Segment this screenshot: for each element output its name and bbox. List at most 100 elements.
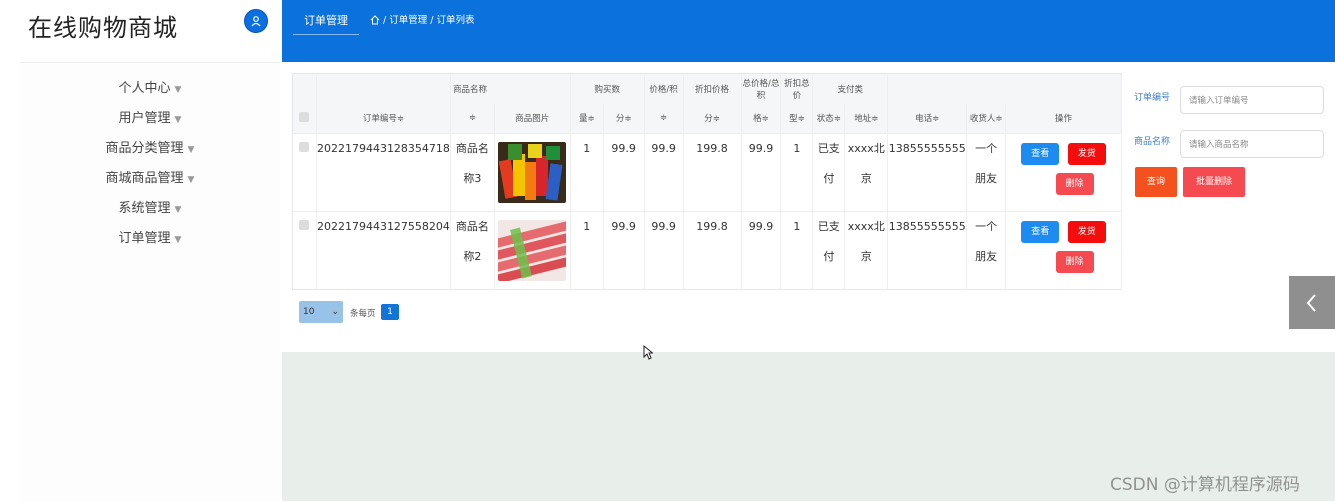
total: 199.8 [696, 220, 728, 233]
collapse-panel-button[interactable] [1289, 276, 1335, 329]
address: 京 [860, 172, 872, 185]
col-discount-price[interactable]: ≑ [644, 103, 684, 134]
product-name: 商品名 [455, 220, 489, 233]
price: 99.9 [611, 220, 636, 233]
status: 已支 [817, 220, 840, 233]
col-product-name[interactable]: ≑ [450, 103, 495, 134]
table-row: 2022179443127558204 商品名 称2 1 99.9 99.9 19… [292, 211, 1122, 290]
row-checkbox[interactable] [299, 142, 310, 152]
ship-button[interactable]: 发货 [1067, 143, 1106, 165]
col-product-image: 商品图片 [494, 103, 571, 134]
status: 付 [823, 250, 835, 263]
receiver: 一个 [975, 142, 998, 155]
caret-down-icon: ▼ [174, 115, 182, 125]
col-total[interactable]: 分≑ [683, 103, 742, 134]
receiver: 一个 [975, 220, 998, 233]
chevron-down-icon: ⌄ [331, 307, 339, 317]
ship-button[interactable]: 发货 [1067, 221, 1106, 243]
mouse-cursor-icon [643, 345, 653, 360]
breadcrumb: / 订单管理 / 订单列表 [370, 12, 474, 28]
col-actions: 操作 [1005, 103, 1122, 134]
discount-total: 99.9 [748, 220, 774, 233]
col-qty[interactable]: 量≑ [570, 103, 604, 134]
product-name-label: 商品名称 [1134, 137, 1171, 147]
user-avatar-icon[interactable] [244, 9, 268, 33]
order-table: 商品名称 购买数 价格/积 折扣价格 总价格/总积 折扣总价 支付类 订单编号≑… [292, 73, 1122, 290]
address: xxxx北 [847, 142, 885, 155]
col-product-name-top: 商品名称 [450, 73, 571, 104]
col-price[interactable]: 分≑ [603, 103, 645, 134]
sidebar-item-category-management[interactable]: 商品分类管理 ▼ [20, 139, 280, 159]
price: 99.9 [611, 142, 636, 155]
address: 京 [860, 250, 872, 263]
discount-price: 99.9 [651, 220, 676, 233]
batch-delete-button[interactable]: 批量删除 [1183, 167, 1245, 197]
caret-down-icon: ▼ [174, 205, 182, 215]
receiver: 朋友 [975, 172, 998, 185]
col-status[interactable]: 状态≑ [812, 103, 846, 134]
delete-button[interactable]: 删除 [1055, 251, 1094, 273]
sidebar-item-product-management[interactable]: 商城商品管理 ▼ [20, 169, 280, 189]
home-icon[interactable] [370, 15, 380, 28]
tab-order-management[interactable]: 订单管理 [293, 8, 359, 35]
col-discount-total[interactable]: 格≑ [741, 103, 782, 134]
total: 199.8 [696, 142, 728, 155]
caret-down-icon: ▼ [187, 145, 195, 155]
watermark: CSDN @计算机程序源码 [1110, 475, 1300, 495]
phone: 13855555555 [888, 142, 966, 155]
order-no: 2022179443127558204 [316, 220, 450, 233]
col-pay-type[interactable]: 型≑ [780, 103, 814, 134]
view-button[interactable]: 查看 [1021, 221, 1060, 243]
sidebar-item-user-management[interactable]: 用户管理 ▼ [20, 109, 280, 129]
page-number-button[interactable]: 1 [381, 304, 399, 320]
qty: 1 [583, 142, 591, 155]
col-discount-price-top: 折扣价格 [683, 73, 742, 104]
view-button[interactable]: 查看 [1021, 143, 1060, 165]
query-button[interactable]: 查询 [1135, 167, 1177, 197]
discount-price: 99.9 [651, 142, 676, 155]
phone: 13855555555 [888, 220, 966, 233]
chevron-left-icon [1306, 293, 1316, 312]
order-no-input[interactable]: 请输入订单编号 [1180, 86, 1324, 114]
product-image-sausages [498, 220, 567, 281]
breadcrumb-text: / 订单管理 / 订单列表 [383, 15, 475, 26]
status: 已支 [817, 142, 840, 155]
col-pay-type-top: 支付类 [812, 73, 889, 104]
product-name: 商品名 [455, 142, 489, 155]
col-total-top: 总价格/总积 [741, 73, 782, 104]
address: xxxx北 [847, 220, 885, 233]
col-receiver[interactable]: 收货人≑ [966, 103, 1007, 134]
col-price-top: 价格/积 [644, 73, 684, 104]
sidebar-item-personal-center[interactable]: 个人中心 ▼ [20, 79, 280, 99]
sidebar-item-order-management[interactable]: 订单管理 ▼ [20, 229, 280, 249]
pay-type: 1 [793, 220, 801, 233]
order-no-label: 订单编号 [1134, 93, 1171, 103]
app-title: 在线购物商城 [28, 14, 178, 42]
receiver: 朋友 [975, 250, 998, 263]
product-name: 称2 [463, 250, 482, 263]
caret-down-icon: ▼ [187, 175, 195, 185]
page-size-select[interactable]: 10 ⌄ [299, 301, 343, 323]
col-qty-top: 购买数 [570, 73, 645, 104]
col-discount-total-top: 折扣总价 [780, 73, 814, 104]
sidebar: 个人中心 ▼ 用户管理 ▼ 商品分类管理 ▼ 商城商品管理 ▼ 系统管理 ▼ 订单管理 ▼ [20, 62, 280, 502]
col-address[interactable]: 地址≑ [844, 103, 889, 134]
col-phone[interactable]: 电话≑ [887, 103, 968, 134]
pay-type: 1 [793, 142, 801, 155]
row-checkbox[interactable] [299, 220, 310, 230]
select-all-checkbox[interactable] [299, 111, 310, 122]
caret-down-icon: ▼ [174, 235, 182, 245]
sidebar-item-system-management[interactable]: 系统管理 ▼ [20, 199, 280, 219]
caret-down-icon: ▼ [174, 85, 182, 95]
product-name: 称3 [463, 172, 482, 185]
table-row: 2022179443128354718 商品名称3 1 99.9 99.9 1 [292, 133, 1122, 212]
per-page-label: 条每页 [350, 309, 376, 319]
product-image-snacks [498, 142, 567, 203]
top-header [282, 0, 1335, 62]
status: 付 [823, 172, 835, 185]
product-name-input[interactable]: 请输入商品名称 [1180, 130, 1324, 158]
discount-total: 99.9 [748, 142, 774, 155]
delete-button[interactable]: 删除 [1055, 173, 1094, 195]
qty: 1 [583, 220, 591, 233]
col-order-no[interactable]: 订单编号≑ [316, 103, 451, 134]
